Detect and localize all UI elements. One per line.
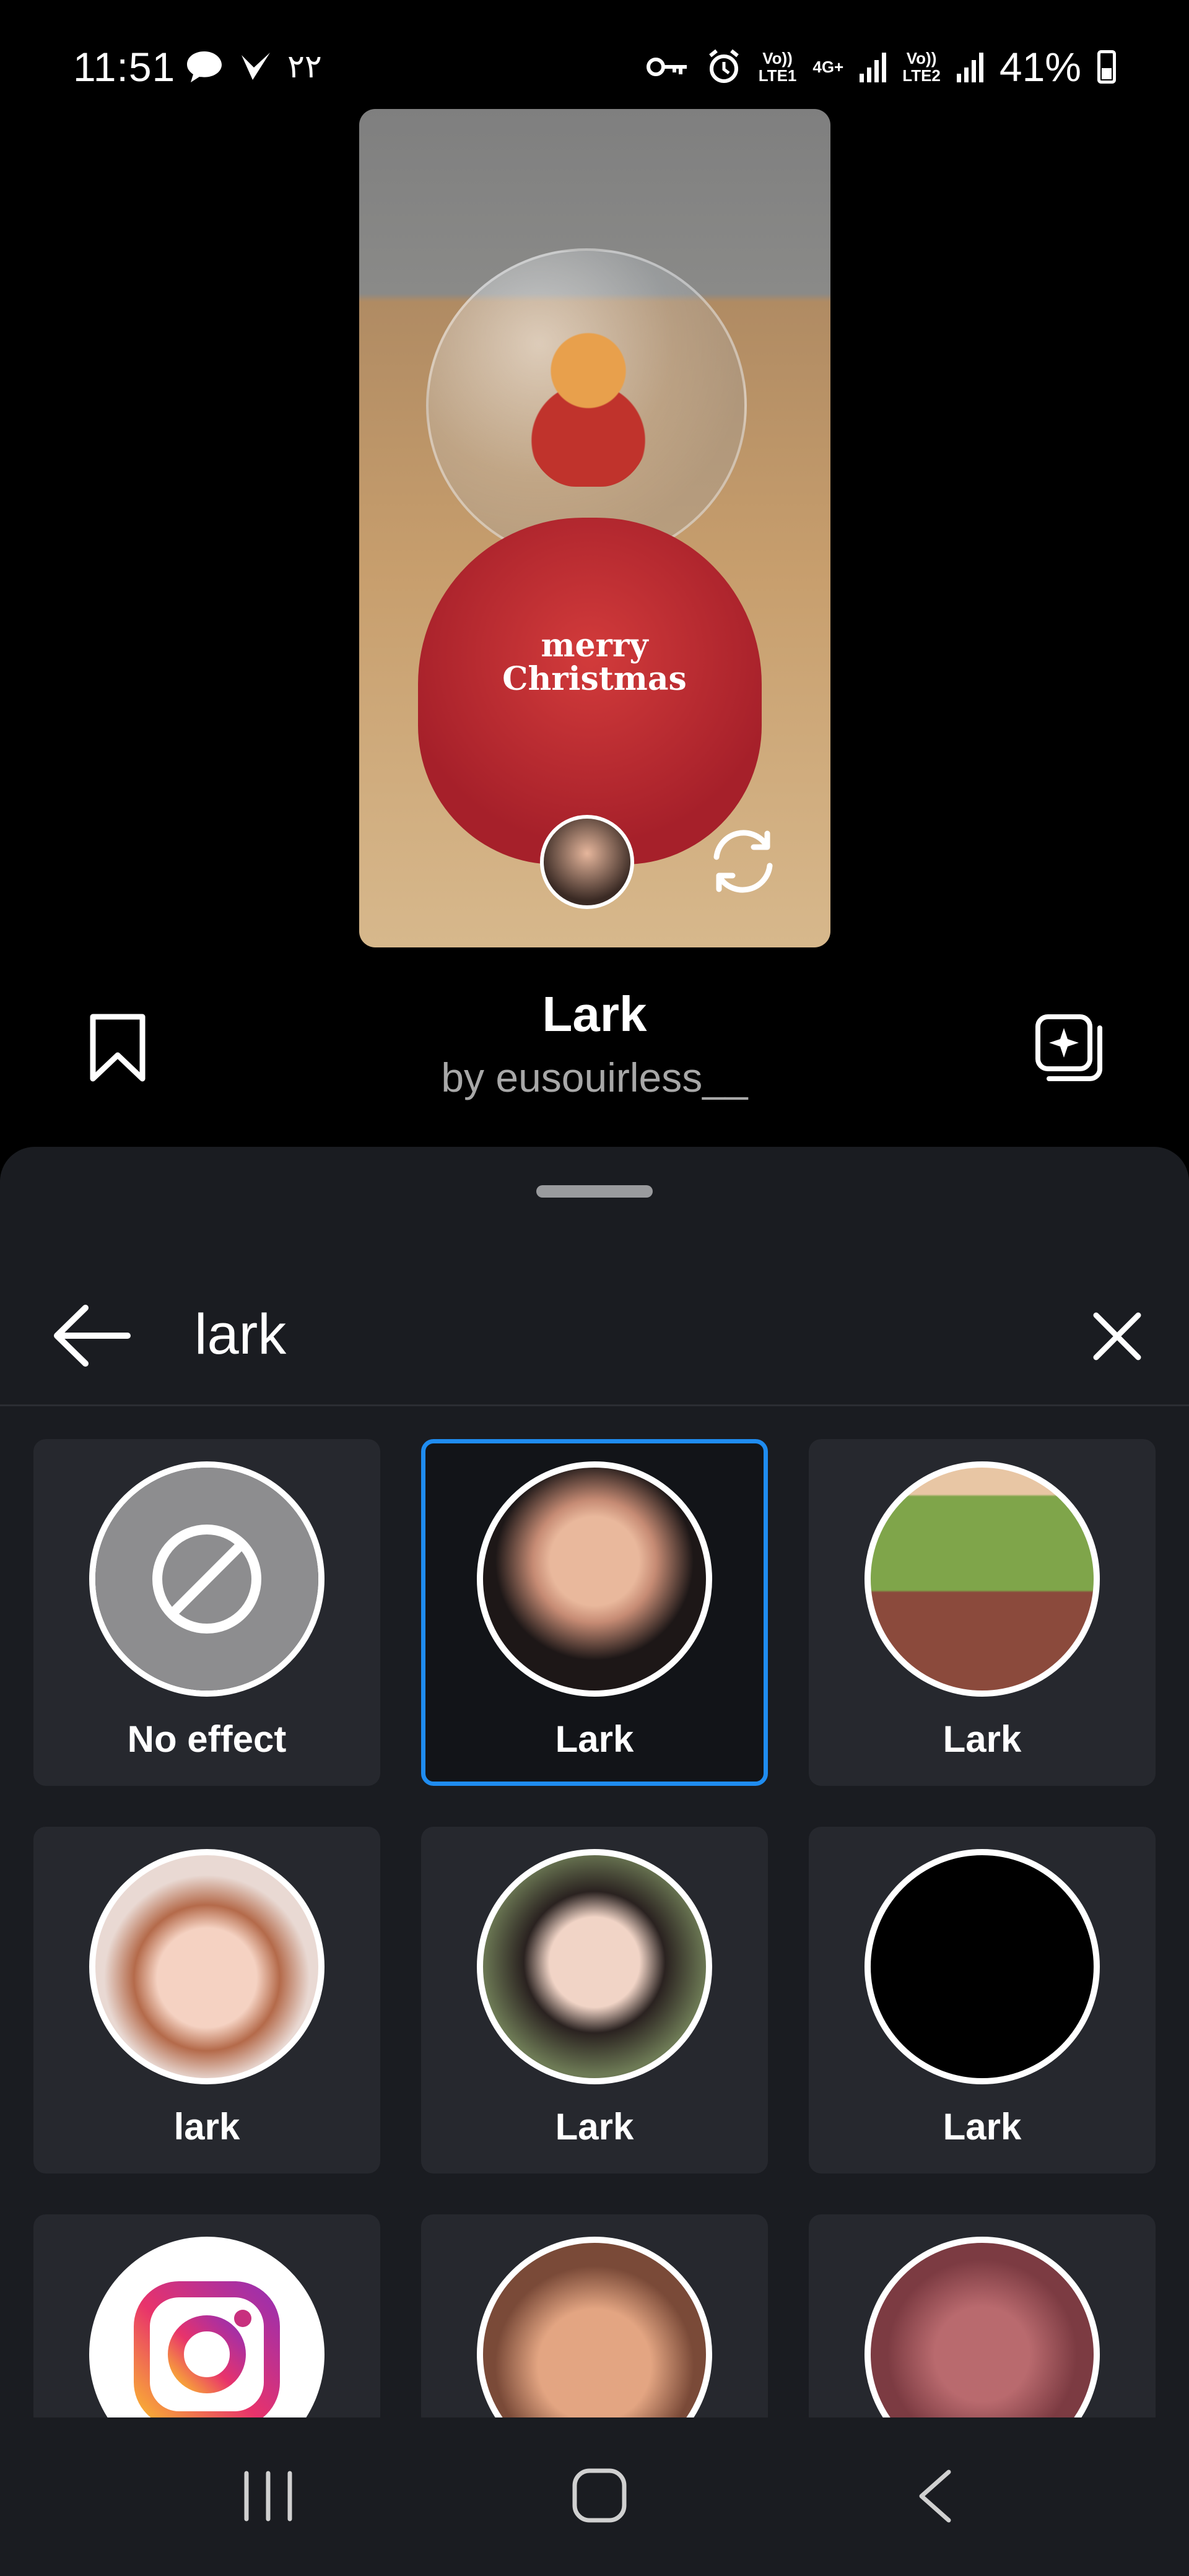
effect-tile[interactable] [421,2214,768,2417]
signal-strength-1-icon [860,51,887,82]
add-effect-icon[interactable] [1033,1012,1105,1084]
battery-percent: 41% [999,44,1081,90]
effect-label: Lark [943,1718,1022,1760]
alarm-icon [708,49,739,83]
effect-thumbnail [477,2237,712,2417]
status-right-group: Vo)) LTE1 4G+ Vo)) LTE2 41% [646,43,1116,90]
status-time: 11:51 [73,44,176,90]
effect-tile[interactable]: Lark [809,1439,1156,1786]
sheet-drag-handle[interactable] [536,1185,653,1198]
effect-tile[interactable] [809,2214,1156,2417]
effect-label: Lark [943,2106,1022,2147]
effect-author[interactable]: by eusouirless__ [0,1054,1189,1101]
effect-tile[interactable]: Lark [421,1827,768,2174]
sim1-label: Vo)) LTE1 [758,49,797,85]
effect-label: lark [173,2106,240,2147]
effect-thumbnail [89,2237,324,2417]
status-extra-glyphs: ٢٢ [287,49,322,85]
effect-thumbnail [865,1849,1100,2084]
globe-base-text: merry Christmas [502,627,687,698]
chat-bubble-icon [187,51,222,82]
recent-apps-icon[interactable] [240,2468,296,2524]
effect-thumbnail [477,1461,712,1697]
effect-tile-selected[interactable]: Lark [421,1439,768,1786]
effect-thumbnail [865,1461,1100,1697]
effect-tile[interactable]: lark [33,1827,380,2174]
network-type-label: 4G+ [812,58,844,76]
signal-strength-2-icon [956,51,983,82]
teddy-bear-figure [526,332,650,487]
home-icon[interactable] [570,2466,629,2525]
effect-tile-no-effect[interactable]: No effect [33,1439,380,1786]
effect-tile[interactable]: Lark [809,1827,1156,2174]
effect-thumbnail [477,1849,712,2084]
battery-icon [1097,50,1116,84]
effect-label: No effect [127,1718,287,1760]
effect-label: Lark [555,1718,634,1760]
clear-search-icon[interactable] [1091,1310,1143,1362]
effect-thumbnail [865,2237,1100,2417]
nav-back-icon[interactable] [910,2467,960,2525]
sheet-divider [0,1404,1189,1406]
effect-tile[interactable] [33,2214,380,2417]
no-effect-icon [152,1525,261,1634]
sim2-label: Vo)) LTE2 [902,49,941,85]
effect-thumbnail [89,1849,324,2084]
effect-title: Lark [542,986,647,1042]
effects-search-input[interactable] [194,1300,1061,1368]
effect-thumbnail [89,1461,324,1697]
effect-preview[interactable]: merry Christmas [359,109,830,947]
vpn-key-icon [646,58,687,76]
status-notification-icons: ٢٢ [185,48,322,85]
instagram-logo-icon [134,2281,280,2417]
back-arrow-icon[interactable] [48,1303,133,1368]
effects-results-grid: No effect Lark Lark lark Lark Lark [33,1439,1156,2417]
flip-camera-icon[interactable] [703,821,783,902]
effect-label: Lark [555,2106,634,2147]
v-app-icon [242,53,270,80]
creator-avatar[interactable] [540,815,634,909]
